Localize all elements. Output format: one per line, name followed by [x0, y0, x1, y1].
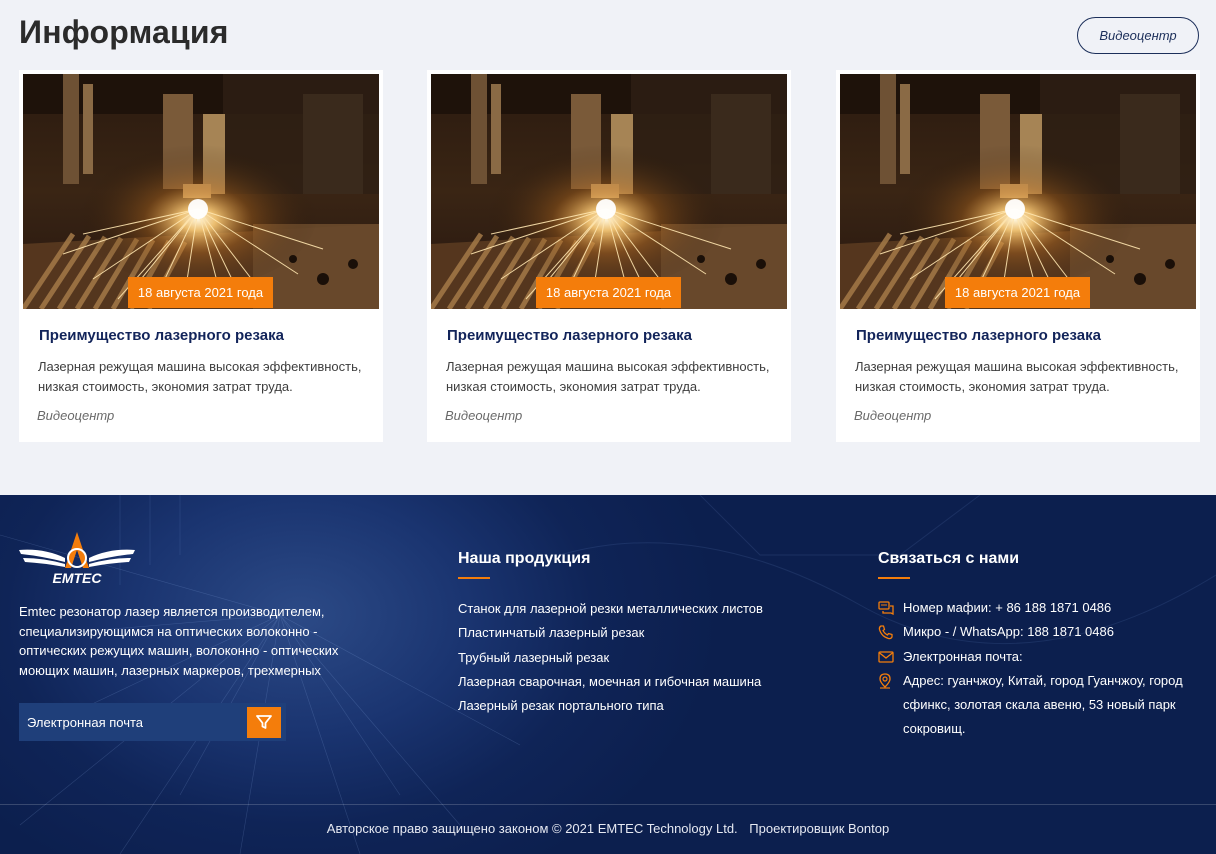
video-center-button[interactable]: Видеоцентр: [1077, 17, 1199, 54]
emtec-logo[interactable]: EMTEC: [19, 528, 135, 586]
contact-item: Номер мафии: + 86 188 1871 0486: [878, 596, 1208, 620]
news-card[interactable]: 18 августа 2021 года Преимущество лазерн…: [19, 70, 383, 442]
date-badge: 18 августа 2021 года: [128, 277, 273, 308]
product-link[interactable]: Пластинчатый лазерный резак: [458, 621, 763, 645]
subscribe-button[interactable]: [247, 706, 281, 738]
news-title[interactable]: Преимущество лазерного резака: [39, 327, 284, 344]
contact-phone-text[interactable]: Номер мафии: + 86 188 1871 0486: [903, 596, 1208, 620]
news-category[interactable]: Видеоцентр: [445, 408, 522, 423]
news-category[interactable]: Видеоцентр: [854, 408, 931, 423]
products-list: Станок для лазерной резки металлических …: [458, 597, 763, 718]
contact-heading-underline: [878, 577, 910, 579]
news-title[interactable]: Преимущество лазерного резака: [856, 327, 1101, 344]
product-link[interactable]: Трубный лазерный резак: [458, 646, 763, 670]
news-image[interactable]: [840, 74, 1196, 309]
contact-item: Адрес: гуанчжоу, Китай, город Гуанчжоу, …: [878, 669, 1208, 742]
contact-address-text: Адрес: гуанчжоу, Китай, город Гуанчжоу, …: [903, 672, 1183, 737]
product-link[interactable]: Лазерная сварочная, моечная и гибочная м…: [458, 670, 763, 694]
news-description: Лазерная режущая машина высокая эффектив…: [855, 359, 1179, 394]
news-card[interactable]: 18 августа 2021 года Преимущество лазерн…: [836, 70, 1200, 442]
company-description: Emtec резонатор лазер является производи…: [19, 604, 339, 678]
mail-icon: [878, 645, 903, 669]
products-heading: Наша продукция: [458, 550, 591, 567]
news-description: Лазерная режущая машина высокая эффектив…: [446, 359, 770, 394]
contact-whatsapp-text[interactable]: Микро - / WhatsApp: 188 1871 0486: [903, 620, 1208, 644]
product-link[interactable]: Станок для лазерной резки металлических …: [458, 597, 763, 621]
product-link[interactable]: Лазерный резак портального типа: [458, 694, 763, 718]
filter-send-icon: [256, 715, 272, 729]
news-card[interactable]: 18 августа 2021 года Преимущество лазерн…: [427, 70, 791, 442]
chat-icon: [878, 596, 903, 620]
products-heading-underline: [458, 577, 490, 579]
copyright-text: Авторское право защищено законом © 2021 …: [326, 821, 738, 836]
news-category[interactable]: Видеоцентр: [37, 408, 114, 423]
info-section: Информация Видеоцентр 18 августа 2021 го…: [0, 0, 1216, 495]
news-title[interactable]: Преимущество лазерного резака: [447, 327, 692, 344]
location-icon: [878, 669, 903, 693]
news-image[interactable]: [431, 74, 787, 309]
logo-text: EMTEC: [53, 570, 103, 584]
date-badge: 18 августа 2021 года: [536, 277, 681, 308]
footer-divider: [0, 804, 1216, 805]
contact-list: Номер мафии: + 86 188 1871 0486 Микро - …: [878, 596, 1208, 742]
section-title: Информация: [19, 14, 229, 50]
contact-email-text[interactable]: Электронная почта:: [903, 645, 1208, 669]
news-description: Лазерная режущая машина высокая эффектив…: [38, 359, 362, 394]
newsletter-form: [19, 703, 286, 741]
contact-heading: Связаться с нами: [878, 550, 1020, 567]
contact-item: Микро - / WhatsApp: 188 1871 0486: [878, 620, 1208, 644]
news-image[interactable]: [23, 74, 379, 309]
date-badge: 18 августа 2021 года: [945, 277, 1090, 308]
phone-icon: [878, 620, 903, 644]
contact-item: Электронная почта:: [878, 645, 1208, 669]
email-input[interactable]: [19, 703, 247, 741]
designer-link[interactable]: Проектировщик Bontop: [749, 821, 889, 836]
site-footer: EMTEC Emtec резонатор лазер является про…: [0, 495, 1216, 854]
copyright-bar: Авторское право защищено законом © 2021 …: [0, 821, 1216, 836]
